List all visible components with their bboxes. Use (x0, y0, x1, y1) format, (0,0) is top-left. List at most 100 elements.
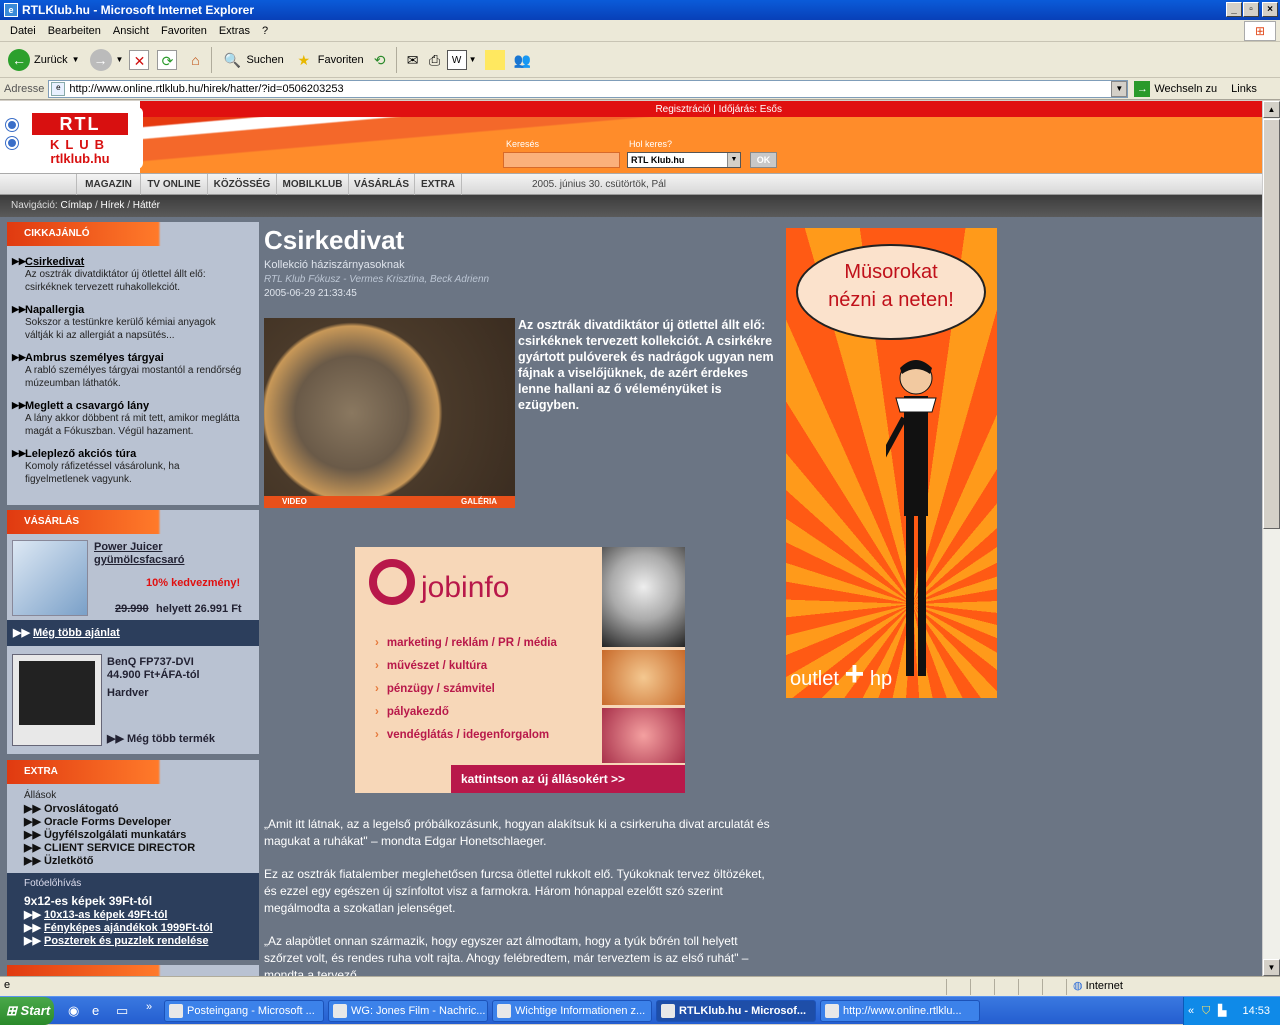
history-icon[interactable]: ⟲ (370, 50, 390, 70)
vertical-scrollbar[interactable]: ▲ ▼ (1262, 101, 1280, 976)
search-button[interactable]: 🔍 Suchen (218, 45, 287, 75)
nav-extra[interactable]: EXTRA (414, 174, 462, 195)
menu-datei[interactable]: Datei (4, 25, 42, 37)
job-link[interactable]: ▶▶ Orvoslátogató (24, 803, 195, 816)
address-bar: Adresse e http://www.online.rtlklub.hu/h… (0, 78, 1280, 100)
menu-ansicht[interactable]: Ansicht (107, 25, 155, 37)
product-link[interactable]: gyümölcsfacsaró (94, 554, 184, 566)
shield-icon[interactable]: ⛉ (1202, 997, 1210, 1025)
dropdown-arrow-icon[interactable]: ▼ (116, 55, 124, 64)
list-item[interactable]: ▶▶ Leleplező akciós túra Komoly ráfizeté… (7, 448, 259, 486)
article-link[interactable]: Csirkedivat (25, 256, 259, 268)
job-link[interactable]: ▶▶ Oracle Forms Developer (24, 816, 195, 829)
menu-favoriten[interactable]: Favoriten (155, 25, 213, 37)
menu-extras[interactable]: Extras (213, 25, 256, 37)
nav-kozosseg[interactable]: KÖZÖSSÉG (207, 174, 276, 195)
nav-magazin[interactable]: MAGAZIN (76, 174, 140, 195)
task-ie-2[interactable]: http://www.online.rtlklu... (820, 1000, 980, 1022)
address-input[interactable]: e http://www.online.rtlklub.hu/hirek/hat… (48, 79, 1129, 98)
stop-icon[interactable]: ✕ (129, 49, 150, 70)
dropdown-arrow-icon[interactable]: ▼ (72, 55, 80, 64)
list-item[interactable]: ▶▶ Meglett a csavargó lány A lány akkor … (7, 400, 259, 438)
scroll-down-icon[interactable]: ▼ (1263, 959, 1280, 976)
product-name[interactable]: BenQ FP737-DVI (107, 656, 194, 668)
outlet-hp-banner[interactable]: Müsorokat nézni a neten! outlet + hp (786, 228, 997, 698)
scroll-thumb[interactable] (1263, 119, 1280, 529)
article-link[interactable]: Napallergia (25, 304, 259, 316)
where-select[interactable]: RTL Klub.hu ▼ (627, 152, 741, 168)
status-cell (946, 979, 970, 995)
monitor-image[interactable] (12, 654, 102, 746)
clock[interactable]: 14:53 (1242, 1005, 1270, 1017)
search-ok-button[interactable]: OK (750, 152, 777, 168)
back-button[interactable]: ← Zurück ▼ (4, 45, 84, 75)
article-author: RTL Klub Fókusz - Vermes Krisztina, Beck… (264, 274, 490, 285)
home-icon[interactable]: ⌂ (185, 50, 205, 70)
start-button[interactable]: ⊞ Start (0, 997, 54, 1025)
article-link[interactable]: Meglett a csavargó lány (25, 400, 259, 412)
window-titlebar[interactable]: e RTLKlub.hu - Microsoft Internet Explor… (0, 0, 1280, 20)
firefox-quicklaunch-icon[interactable]: ◉ (68, 1003, 79, 1019)
print-icon[interactable]: ⎙ (425, 50, 445, 70)
refresh-icon[interactable]: ⟳ (157, 49, 178, 70)
menu-help[interactable]: ? (256, 25, 274, 37)
favorites-button[interactable]: ★ Favoriten (290, 45, 368, 75)
photo-link[interactable]: ▶▶ 10x13-as képek 49Ft-tól (24, 909, 213, 922)
video-link[interactable]: VIDEO (282, 496, 307, 508)
ie-quicklaunch-icon[interactable]: e (92, 1003, 99, 1018)
article-link[interactable]: Leleplező akciós túra (25, 448, 259, 460)
edit-icon[interactable]: W (446, 49, 467, 70)
task-outlook[interactable]: Posteingang - Microsoft ... (164, 1000, 324, 1022)
links-toolbar[interactable]: Links (1231, 83, 1257, 95)
task-ie-active[interactable]: RTLKlub.hu - Microsof... (656, 1000, 816, 1022)
desktop-quicklaunch-icon[interactable]: ▭ (116, 1003, 128, 1019)
register-weather-links[interactable]: Regisztráció | Időjárás: Esős (655, 104, 782, 115)
scroll-up-icon[interactable]: ▲ (1263, 101, 1280, 118)
nav-tv-online[interactable]: TV ONLINE (140, 174, 207, 195)
dropdown-arrow-icon[interactable]: ▼ (469, 55, 477, 64)
double-arrow-icon: ▶▶ (12, 448, 26, 458)
job-link[interactable]: ▶▶ Üzletkötő (24, 855, 195, 868)
address-url[interactable]: http://www.online.rtlklub.hu/hirek/hatte… (69, 83, 343, 95)
more-offers-link[interactable]: ▶▶ Még több ajánlat (7, 620, 259, 646)
close-button[interactable]: × (1262, 2, 1278, 17)
juicer-image[interactable] (12, 540, 88, 616)
nav-vasarlas[interactable]: VÁSÁRLÁS (348, 174, 414, 195)
more-products-link[interactable]: ▶▶ Még több termék (107, 732, 215, 745)
mail-icon[interactable]: ✉ (403, 50, 423, 70)
site-search-input[interactable] (503, 152, 620, 168)
minimize-button[interactable]: _ (1226, 2, 1242, 17)
task-mail-1[interactable]: WG: Jones Film - Nachric... (328, 1000, 488, 1022)
list-item[interactable]: ▶▶ Napallergia Sokszor a testünkre kerül… (7, 304, 259, 342)
tray-expand-icon[interactable]: « (1188, 997, 1194, 1025)
network-icon[interactable]: ▙ (1218, 997, 1226, 1025)
job-link[interactable]: ▶▶ CLIENT SERVICE DIRECTOR (24, 842, 195, 855)
article-link[interactable]: Ambrus személyes tárgyai (25, 352, 259, 364)
photo-link[interactable]: ▶▶ Fényképes ajándékok 1999Ft-tól (24, 922, 213, 935)
forward-button[interactable]: → ▼ (86, 45, 128, 75)
breadcrumb-news[interactable]: Hírek (101, 200, 125, 211)
rtl-klub-logo[interactable]: RTL KLUB rtlklub.hu (6, 107, 143, 169)
menu-bearbeiten[interactable]: Bearbeiten (42, 25, 107, 37)
messenger-icon[interactable]: 👥 (513, 50, 533, 70)
jobinfo-ad[interactable]: jobinfo › marketing / reklám / PR / média… (355, 547, 685, 793)
product-link[interactable]: Power Juicer (94, 541, 162, 553)
maximize-button[interactable]: ▫ (1243, 2, 1259, 17)
list-item[interactable]: ▶▶ Csirkedivat Az osztrák divatdiktátor … (7, 256, 259, 294)
photo-link[interactable]: ▶▶ Poszterek és puzzlek rendelése (24, 935, 213, 948)
chevron-right-icon[interactable]: » (146, 1001, 152, 1013)
breadcrumb-home[interactable]: Címlap (60, 200, 92, 211)
nav-mobilklub[interactable]: MOBILKLUB (276, 174, 348, 195)
gallery-link[interactable]: GALÉRIA (461, 496, 497, 508)
jobad-cta[interactable]: kattintson az új állásokért >> (451, 765, 685, 793)
photo-main-link[interactable]: 9x12-es képek 39Ft-tól (24, 894, 152, 908)
job-link[interactable]: ▶▶ Ügyfélszolgálati munkatárs (24, 829, 195, 842)
breadcrumb-background[interactable]: Háttér (133, 200, 160, 211)
go-button[interactable]: → Wechseln zu (1134, 80, 1217, 97)
list-item[interactable]: ▶▶ Ambrus személyes tárgyai A rabló szem… (7, 352, 259, 390)
task-mail-2[interactable]: Wichtige Informationen z... (492, 1000, 652, 1022)
article-photo[interactable]: VIDEO GALÉRIA (264, 318, 515, 508)
mail-icon (333, 1004, 347, 1018)
note-icon[interactable] (484, 49, 505, 70)
address-dropdown-icon[interactable]: ▼ (1111, 80, 1128, 97)
